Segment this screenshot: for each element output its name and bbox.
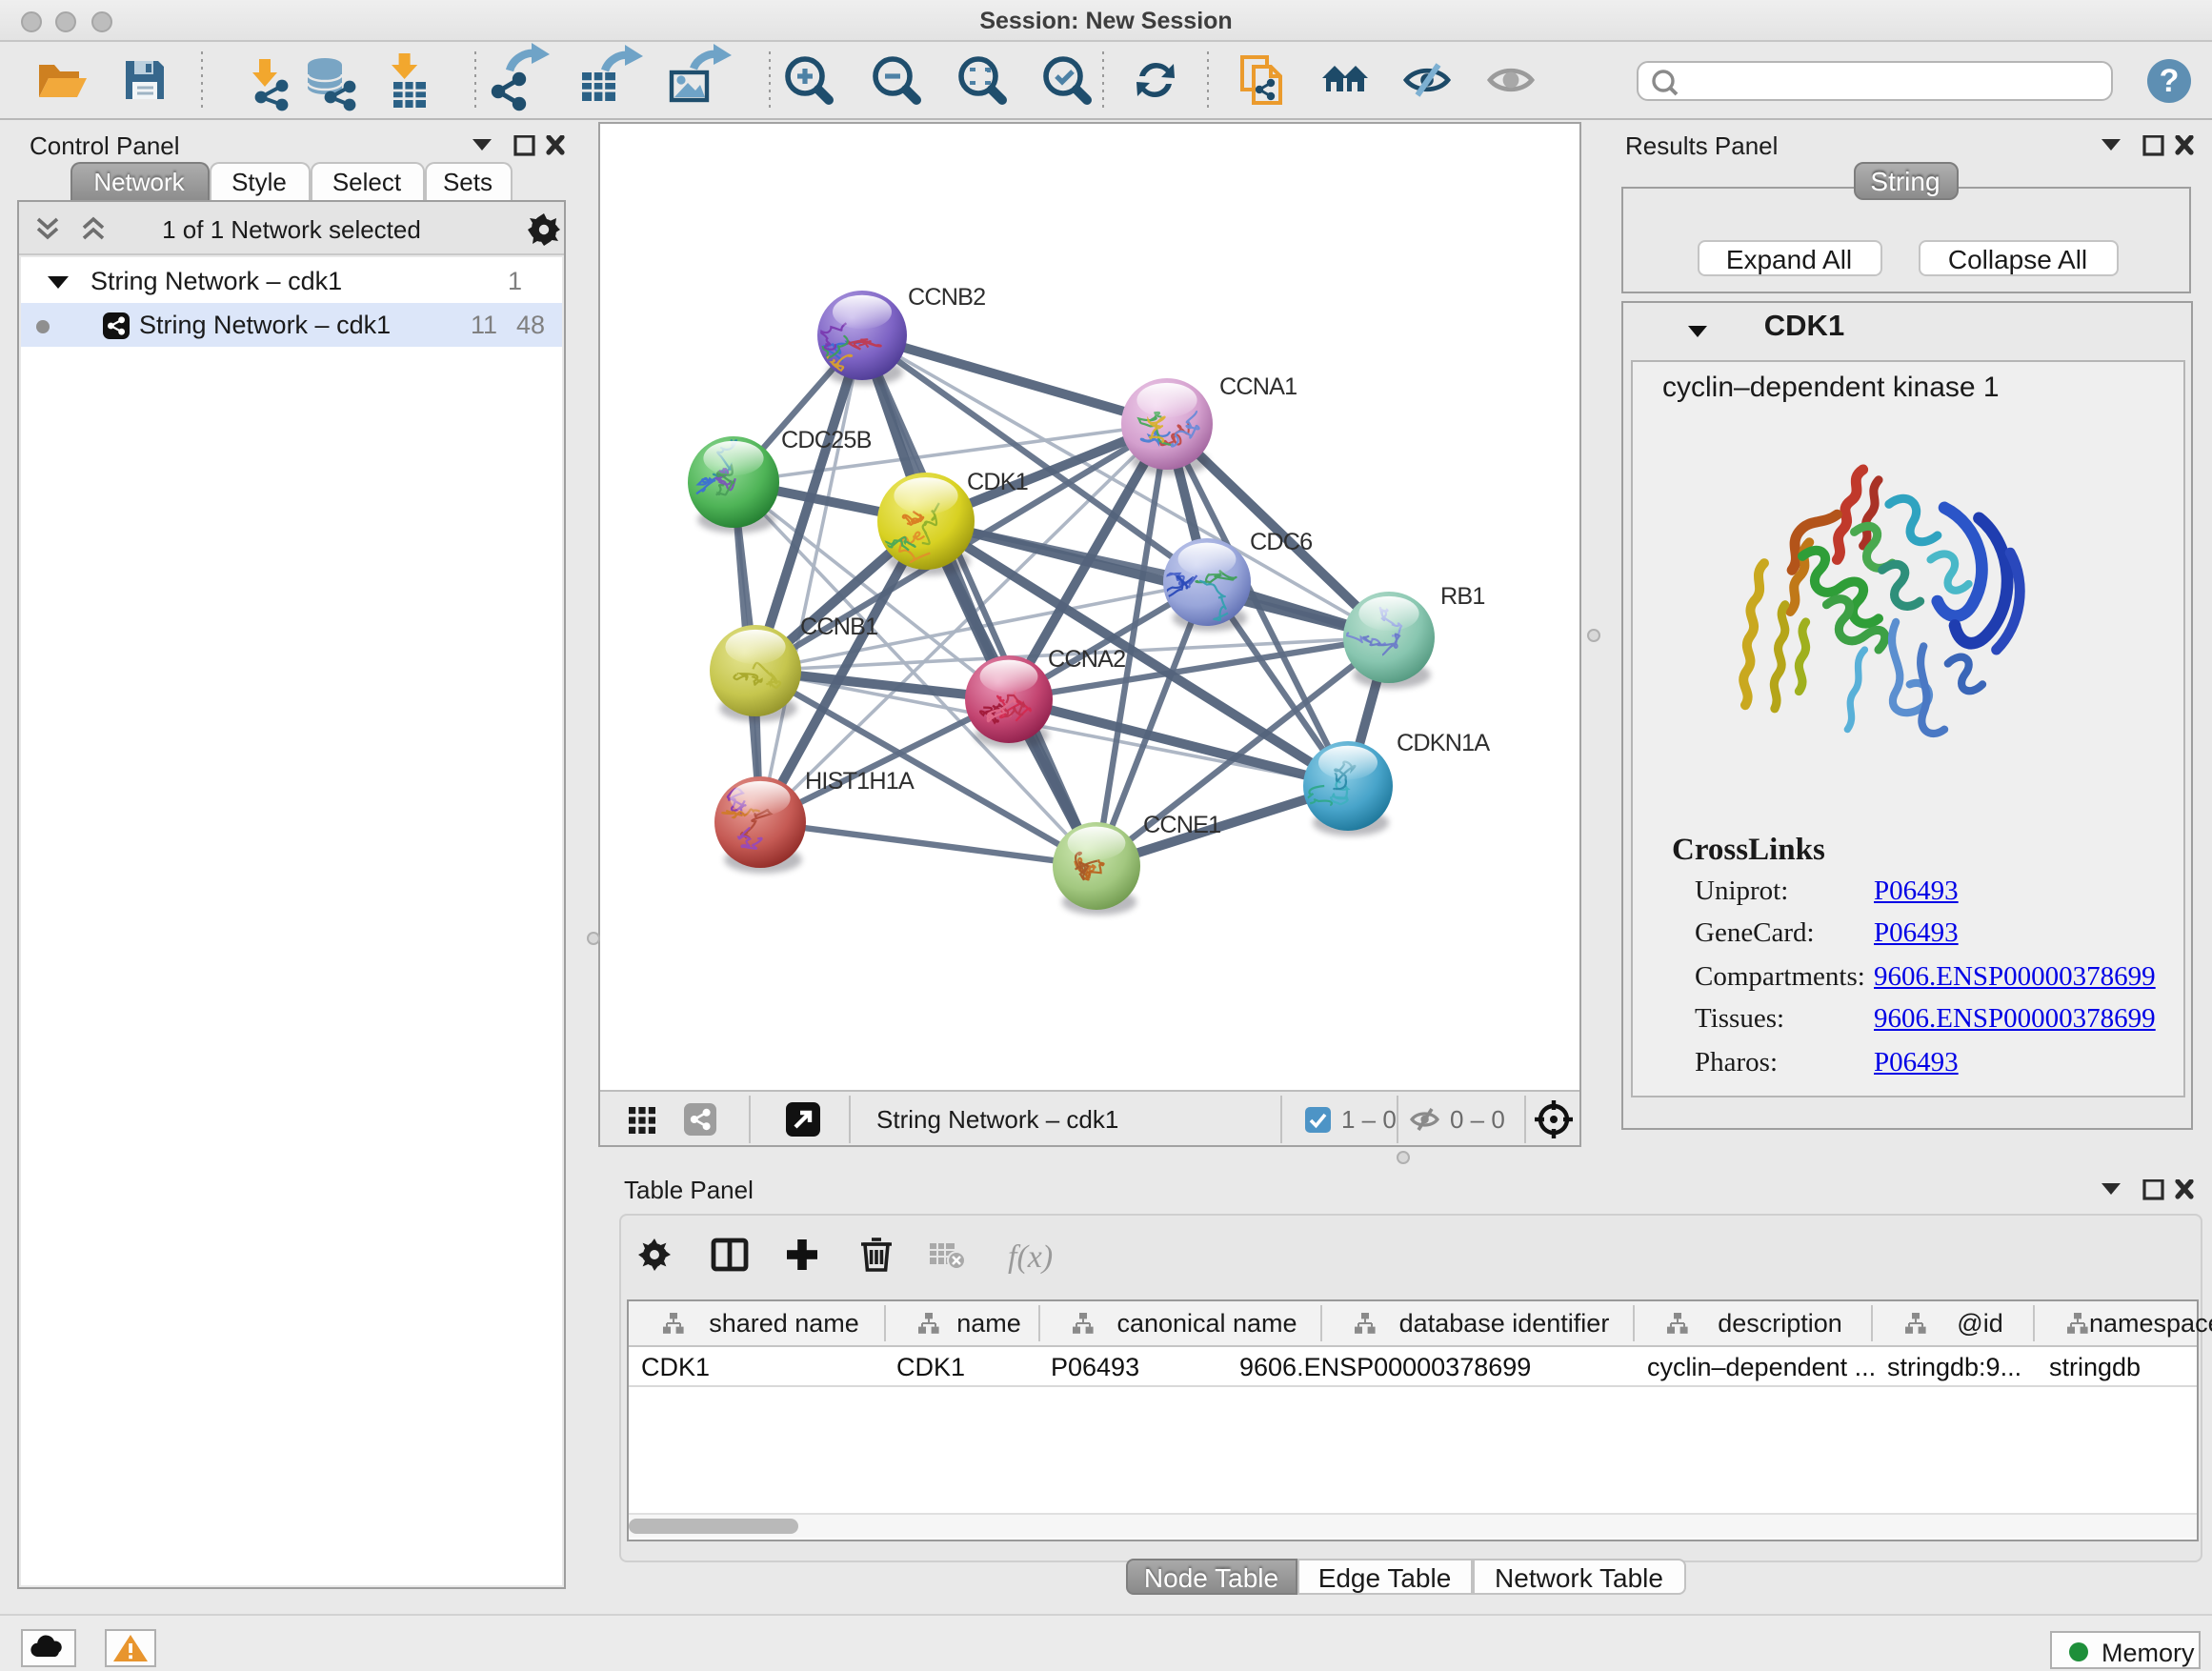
svg-text:CCNB1: CCNB1 — [799, 613, 876, 639]
svg-text:RB1: RB1 — [1439, 582, 1484, 609]
svg-text:CDK1: CDK1 — [966, 468, 1027, 494]
svg-text:CCNA1: CCNA1 — [1218, 372, 1296, 399]
svg-text:CCNA2: CCNA2 — [1047, 645, 1124, 672]
svg-text:f(x): f(x) — [1007, 1239, 1052, 1275]
svg-text:CDC6: CDC6 — [1249, 528, 1311, 554]
svg-text:1 – 0: 1 – 0 — [1340, 1104, 1396, 1133]
svg-text:0 – 0: 0 – 0 — [1449, 1104, 1504, 1133]
svg-text:CDC25B: CDC25B — [780, 426, 871, 453]
svg-text:HIST1H1A: HIST1H1A — [804, 767, 914, 794]
svg-text:CCNB2: CCNB2 — [907, 283, 984, 310]
svg-text:String Network – cdk1: String Network – cdk1 — [875, 1104, 1117, 1133]
svg-text:CDKN1A: CDKN1A — [1396, 729, 1489, 755]
svg-text:CCNE1: CCNE1 — [1142, 811, 1219, 837]
